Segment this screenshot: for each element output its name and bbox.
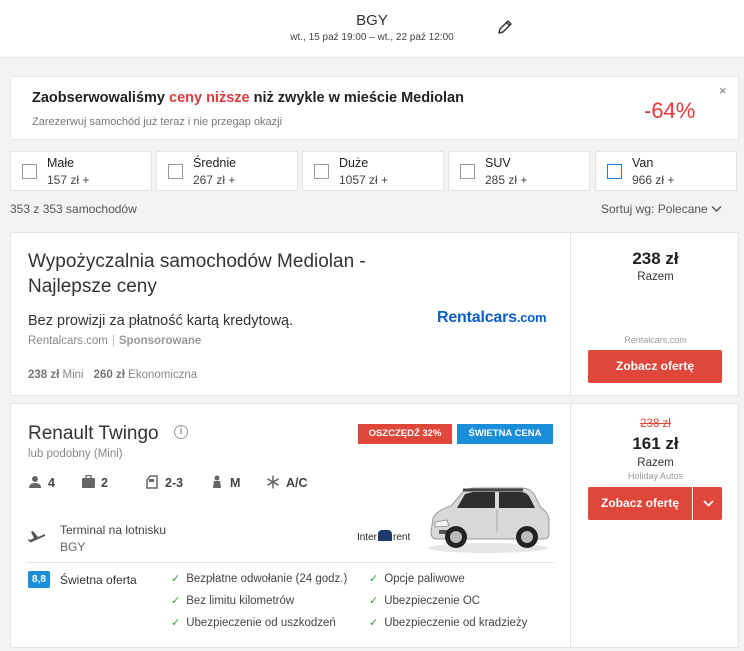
filter-category-price: 1057 zł +: [339, 173, 389, 187]
edit-search-pencil-icon[interactable]: [495, 17, 515, 37]
car-total-price: 161 zł: [632, 434, 679, 453]
sponsored-result-card[interactable]: Wypożyczalnia samochodów Mediolan - Najl…: [10, 232, 739, 396]
rental-dates[interactable]: wt., 15 paź 19:00 – wt., 22 paź 12:00: [0, 32, 744, 43]
driver-icon: [213, 475, 221, 488]
chevron-down-icon: [711, 202, 722, 216]
sort-label: Sortuj wg: Polecane: [601, 202, 708, 216]
pickup-location[interactable]: BGY: [0, 12, 744, 29]
airplane-icon: [28, 529, 46, 552]
check-icon: ✓: [369, 617, 379, 629]
filter-category-duze[interactable]: Duże 1057 zł +: [302, 151, 444, 191]
check-icon: ✓: [171, 595, 181, 607]
price-alert-discount: -64%: [644, 98, 696, 123]
close-icon[interactable]: ×: [719, 83, 727, 98]
check-icon: ✓: [369, 573, 379, 585]
door-icon: [146, 475, 158, 489]
car-result-card[interactable]: Renault Twingo i lub podobny (Mini) OSZC…: [10, 403, 739, 648]
rating-score-badge: 8,8: [28, 571, 50, 588]
pickup-terminal: Terminal na lotnisku: [60, 523, 167, 537]
filter-category-name: SUV: [485, 156, 511, 170]
car-image: [423, 482, 553, 559]
price-alert-title: Zaobserwowaliśmy ceny niższe niż zwykle …: [32, 90, 464, 106]
filter-category-name: Średnie: [193, 156, 237, 170]
filter-category-van[interactable]: Van 966 zł +: [595, 151, 737, 191]
search-header: BGY wt., 15 paź 19:00 – wt., 22 paź 12:0…: [0, 0, 744, 58]
suitcase-icon: [82, 475, 95, 488]
feature-item: ✓ Ubezpieczenie OC: [369, 595, 481, 607]
filter-category-price: 267 zł +: [193, 173, 236, 187]
see-offer-button[interactable]: Zobacz ofertę: [588, 487, 692, 520]
filter-category-price: 157 zł +: [47, 173, 90, 187]
filter-category-price: 966 zł +: [632, 173, 675, 187]
sponsored-title[interactable]: Wypożyczalnia samochodów Mediolan - Najl…: [28, 249, 408, 299]
pickup-terminal-code: BGY: [60, 540, 86, 554]
checkbox[interactable]: [314, 164, 329, 179]
rentalcars-logo: Rentalcars.com: [437, 309, 547, 326]
price-alert-banner: Zaobserwowaliśmy ceny niższe niż zwykle …: [10, 76, 739, 140]
filter-category-name: Małe: [47, 156, 75, 170]
sponsored-provider: Rentalcars.com: [624, 335, 687, 345]
rating-label: Świetna oferta: [60, 573, 137, 587]
checkbox[interactable]: [607, 164, 622, 179]
checkbox[interactable]: [22, 164, 37, 179]
more-options-button[interactable]: [693, 487, 722, 520]
feature-item: ✓ Ubezpieczenie od uszkodzeń: [171, 617, 336, 629]
sponsored-description: Bez prowizji za płatność kartą kredytową…: [28, 313, 294, 329]
sponsored-source: Rentalcars.com | Sponsorowane: [28, 335, 202, 347]
filter-category-name: Duże: [339, 156, 369, 170]
info-icon[interactable]: i: [174, 425, 188, 439]
filter-category-male[interactable]: Małe 157 zł +: [10, 151, 152, 191]
sponsored-total-price: 238 zł: [632, 249, 679, 268]
save-badge: OSZCZĘDŹ 32%: [358, 424, 452, 444]
filter-category-srednie[interactable]: Średnie 267 zł +: [156, 151, 298, 191]
results-count: 353 z 353 samochodów: [10, 202, 137, 216]
feature-item: ✓ Bez limitu kilometrów: [171, 595, 295, 607]
sort-dropdown[interactable]: Sortuj wg: Polecane: [601, 202, 722, 216]
check-icon: ✓: [171, 573, 181, 585]
great-price-badge: ŚWIETNA CENA: [457, 424, 553, 444]
filter-category-suv[interactable]: SUV 285 zł +: [448, 151, 590, 191]
old-price: 238 zł: [640, 418, 671, 430]
feature-item: ✓ Bezpłatne odwołanie (24 godz.): [171, 573, 348, 585]
chevron-down-icon: [703, 500, 714, 507]
car-similar-label: lub podobny (Mini): [28, 448, 123, 460]
snowflake-icon: [267, 475, 279, 489]
car-provider: Holiday Autos: [627, 471, 684, 481]
filter-category-name: Van: [632, 156, 654, 170]
person-icon: [29, 476, 41, 488]
total-label: Razem: [637, 457, 674, 469]
interrent-logo: Inter rent: [357, 530, 411, 543]
sponsored-price-list: 238 zł Mini 260 zł Ekonomiczna: [28, 369, 198, 381]
check-icon: ✓: [369, 595, 379, 607]
see-offer-button[interactable]: Zobacz ofertę: [588, 350, 722, 383]
divider: [26, 562, 554, 563]
car-name[interactable]: Renault Twingo: [28, 423, 159, 445]
checkbox[interactable]: [168, 164, 183, 179]
checkbox[interactable]: [460, 164, 475, 179]
total-label: Razem: [637, 271, 674, 283]
price-alert-subtitle: Zarezerwuj samochód już teraz i nie prze…: [32, 116, 283, 128]
filter-category-price: 285 zł +: [485, 173, 528, 187]
feature-item: ✓ Opcje paliwowe: [369, 573, 465, 585]
feature-item: ✓ Ubezpieczenie od kradzieży: [369, 617, 528, 629]
check-icon: ✓: [171, 617, 181, 629]
